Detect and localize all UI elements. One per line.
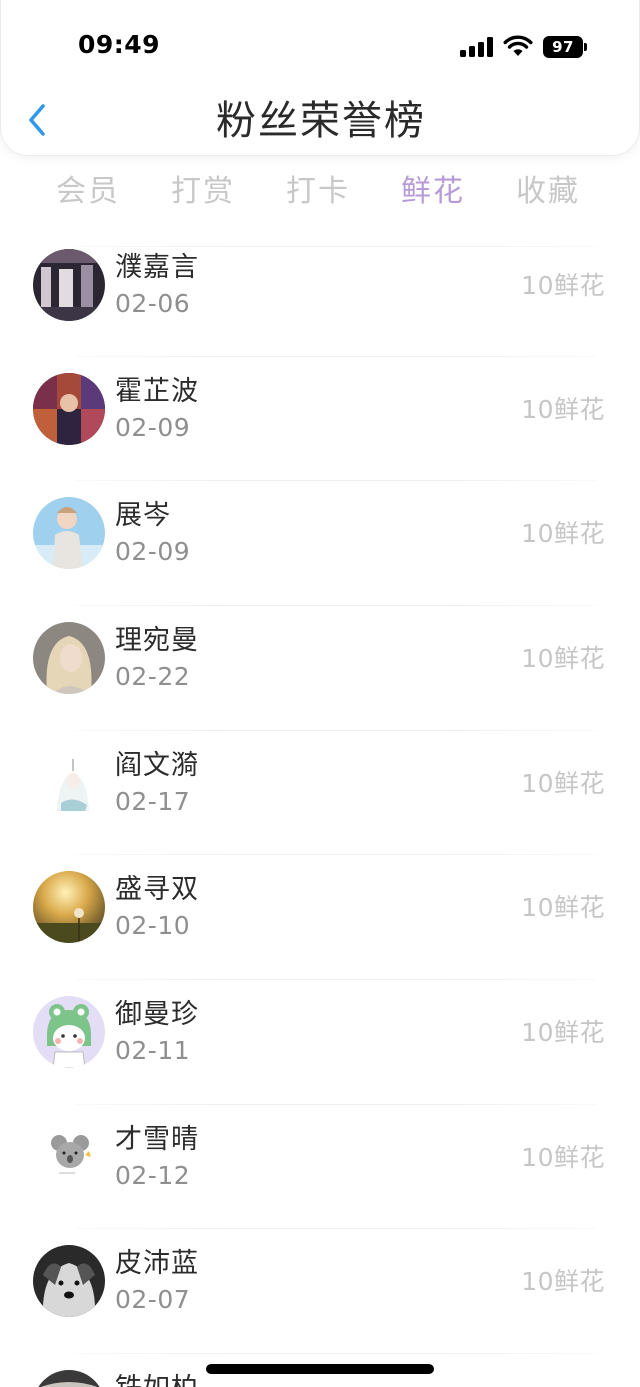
list-item[interactable]: 盛寻双 02-10 10鲜花	[0, 854, 640, 978]
fan-date: 02-17	[115, 787, 191, 816]
fan-name: 皮沛蓝	[115, 1248, 199, 1279]
fan-name: 御曼珍	[115, 999, 199, 1030]
fan-date: 02-09	[115, 413, 191, 442]
tab-checkin[interactable]: 打卡	[268, 166, 368, 218]
avatar-image	[33, 497, 105, 569]
list-item[interactable]: 才雪晴 02-12 10鲜花	[0, 1104, 640, 1228]
flower-count: 10鲜花	[521, 271, 605, 300]
tab-bar: 会员 打赏 打卡 鲜花 收藏	[0, 166, 640, 218]
avatar[interactable]	[33, 1245, 105, 1317]
fan-date: 02-09	[115, 537, 191, 566]
fan-name: 阎文漪	[115, 750, 199, 781]
fan-name: 霍芷波	[115, 376, 199, 407]
status-time: 09:49	[78, 30, 161, 59]
avatar-image	[33, 747, 105, 819]
fan-name: 盛寻双	[115, 874, 199, 905]
avatar-image	[33, 996, 105, 1068]
fan-date: 02-12	[115, 1161, 191, 1190]
list-item[interactable]: 濮嘉言 02-06 10鲜花	[0, 246, 640, 370]
list-item[interactable]: 展岑 02-09 10鲜花	[0, 480, 640, 604]
avatar[interactable]	[33, 747, 105, 819]
fan-name: 理宛曼	[115, 625, 199, 656]
fan-date: 02-22	[115, 662, 191, 691]
tab-reward[interactable]: 打赏	[153, 166, 253, 218]
flower-count: 10鲜花	[521, 769, 605, 798]
fan-name: 濮嘉言	[115, 252, 199, 283]
fan-date: 02-06	[115, 289, 191, 318]
avatar[interactable]	[33, 996, 105, 1068]
list-item[interactable]: 理宛曼 02-22 10鲜花	[0, 605, 640, 729]
avatar-image	[33, 249, 105, 321]
avatar-image	[33, 1370, 105, 1387]
avatar[interactable]	[33, 622, 105, 694]
fan-name: 才雪晴	[115, 1124, 199, 1155]
avatar[interactable]	[33, 249, 105, 321]
flower-count: 10鲜花	[521, 1018, 605, 1047]
avatar-image	[33, 871, 105, 943]
flower-count: 10鲜花	[521, 519, 605, 548]
avatar-image	[33, 1245, 105, 1317]
fan-date: 02-10	[115, 911, 191, 940]
list-item[interactable]: 御曼珍 02-11 10鲜花	[0, 979, 640, 1103]
page-title: 粉丝荣誉榜	[216, 98, 426, 144]
battery-icon: 97	[543, 36, 583, 58]
header-bar: 09:49 97 粉丝荣誉榜	[0, 0, 640, 156]
flower-count: 10鲜花	[521, 1267, 605, 1296]
avatar[interactable]	[33, 497, 105, 569]
avatar-image	[33, 622, 105, 694]
fan-name: 展岑	[115, 500, 171, 531]
flower-count: 10鲜花	[521, 893, 605, 922]
tab-flowers[interactable]: 鲜花	[383, 166, 483, 218]
avatar-image	[33, 373, 105, 445]
cellular-signal-icon	[460, 37, 493, 57]
wifi-icon	[503, 35, 533, 56]
tab-favorites[interactable]: 收藏	[498, 166, 598, 218]
avatar[interactable]	[33, 1370, 105, 1387]
status-bar: 09:49 97	[1, 0, 640, 92]
avatar[interactable]	[33, 1121, 105, 1193]
list-item[interactable]: 皮沛蓝 02-07 10鲜花	[0, 1228, 640, 1352]
flower-count: 10鲜花	[521, 644, 605, 673]
avatar[interactable]	[33, 373, 105, 445]
flower-count: 10鲜花	[521, 395, 605, 424]
tab-member[interactable]: 会员	[38, 166, 138, 218]
list-item[interactable]: 阎文漪 02-17 10鲜花	[0, 730, 640, 854]
avatar[interactable]	[33, 871, 105, 943]
fan-date: 02-11	[115, 1036, 191, 1065]
list-item[interactable]: 霍芷波 02-09 10鲜花	[0, 356, 640, 480]
fan-date: 02-07	[115, 1285, 191, 1314]
battery-cap	[584, 43, 587, 51]
home-indicator[interactable]	[206, 1364, 434, 1374]
avatar-image	[33, 1121, 105, 1193]
flower-count: 10鲜花	[521, 1143, 605, 1172]
fan-name: 铁如柏	[115, 1371, 199, 1387]
